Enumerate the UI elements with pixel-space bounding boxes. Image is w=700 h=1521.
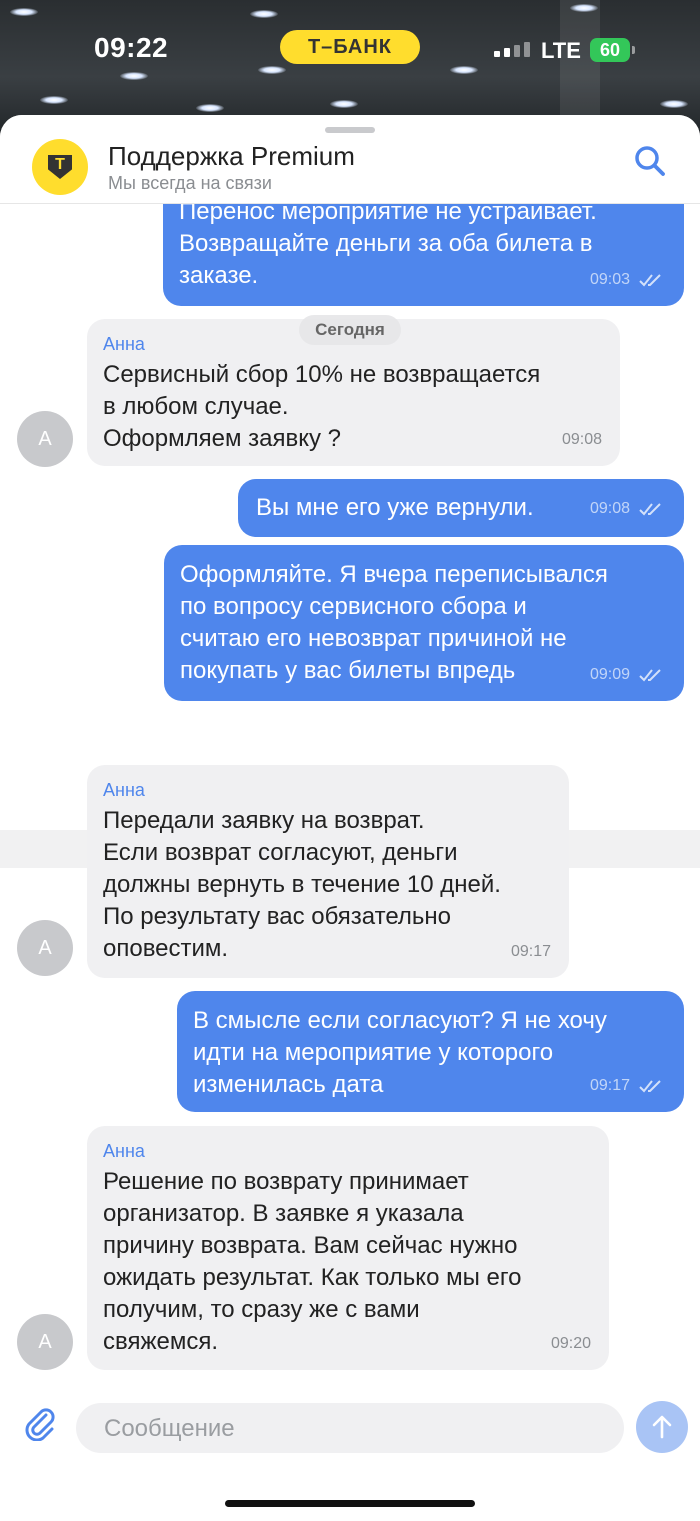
support-avatar[interactable]: Т — [32, 139, 88, 195]
message-line: Оформляем заявку ? — [103, 425, 342, 452]
message-composer — [0, 1383, 700, 1473]
message-line: оповестим. — [103, 935, 229, 962]
read-receipt-icon — [639, 274, 661, 287]
battery-icon: 60 — [590, 38, 630, 62]
message-line: Возвращайте деньги за оба билета в — [179, 230, 593, 257]
message-line: Оформляйте. Я вчера переписывался — [180, 561, 608, 588]
message-line: должны вернуть в течение 10 дней. — [103, 871, 501, 898]
message-line: Если возврат согласуют, деньги — [103, 839, 458, 866]
message-line: в любом случае. — [103, 393, 289, 420]
sender-name: Анна — [103, 780, 145, 800]
sender-name: Анна — [103, 1141, 145, 1161]
agent-avatar[interactable]: А — [17, 411, 73, 467]
message-line: Вы мне его уже вернули. — [256, 494, 534, 521]
message-line: Передали заявку на возврат. — [103, 807, 425, 834]
battery-level: 60 — [599, 39, 621, 60]
message-time: 09:08 — [561, 431, 602, 448]
read-receipt-icon — [639, 503, 661, 516]
battery-tip — [632, 46, 635, 54]
arrow-up-icon — [652, 1415, 672, 1439]
message-line: свяжемся. — [103, 1328, 219, 1355]
message-line: считаю его невозврат причиной не — [180, 625, 567, 652]
message-line: организатор. В заявке я указала — [103, 1200, 464, 1227]
message-input-wrapper — [76, 1403, 626, 1455]
incoming-message[interactable]: Анна Передали заявку на возврат. Если во… — [87, 765, 569, 978]
read-receipt-icon — [639, 669, 661, 682]
message-line: Сервисный сбор 10% не возвращается — [103, 361, 541, 388]
message-time: 09:17 — [510, 943, 551, 960]
message-line: заказе. — [179, 262, 259, 289]
message-line: По результату вас обязательно — [103, 903, 452, 930]
bank-logo-icon: Т — [48, 155, 72, 179]
agent-avatar[interactable]: А — [17, 1314, 73, 1370]
network-type: LTE — [541, 38, 581, 63]
message-line: причину возврата. Вам сейчас нужно — [103, 1232, 518, 1259]
message-time: 09:08 — [590, 493, 664, 525]
status-time: 09:22 — [94, 32, 169, 63]
message-time: 09:20 — [550, 1335, 591, 1352]
incoming-message[interactable]: Анна Решение по возврату принимает орган… — [87, 1126, 609, 1370]
search-icon[interactable] — [632, 143, 668, 179]
agent-avatar[interactable]: А — [17, 920, 73, 976]
chat-title: Поддержка Premium — [108, 141, 355, 171]
outgoing-message[interactable]: В смысле если согласуют? Я не хочу идти … — [177, 991, 684, 1112]
message-time: 09:03 — [590, 264, 664, 296]
message-line: В смысле если согласуют? Я не хочу — [193, 1007, 607, 1034]
message-input[interactable] — [102, 1403, 626, 1455]
message-line: ожидать результат. Как только мы его — [103, 1264, 522, 1291]
read-receipt-icon — [639, 1080, 661, 1093]
message-line: по вопросу сервисного сбора и — [180, 593, 527, 620]
attach-icon[interactable] — [22, 1405, 58, 1441]
message-line: покупать у вас билеты впредь — [180, 657, 516, 684]
home-indicator[interactable] — [225, 1500, 475, 1507]
message-line: Решение по возврату принимает — [103, 1168, 469, 1195]
bank-pill[interactable]: Т–БАНК — [280, 30, 420, 64]
date-separator: Сегодня — [299, 315, 401, 345]
outgoing-message[interactable]: Оформляйте. Я вчера переписывался по воп… — [164, 545, 684, 701]
send-button[interactable] — [636, 1401, 688, 1453]
chat-subtitle: Мы всегда на связи — [108, 173, 272, 193]
message-time: 09:09 — [590, 659, 664, 691]
cellular-signal-icon — [494, 42, 530, 57]
message-time: 09:17 — [590, 1070, 664, 1102]
message-line: изменилась дата — [193, 1071, 384, 1098]
outgoing-message[interactable]: Вы мне его уже вернули. 09:08 — [238, 479, 684, 537]
message-list[interactable]: Перенос мероприятие не устраивает. Возвр… — [0, 163, 700, 1383]
message-line: получим, то сразу же с вами — [103, 1296, 420, 1323]
chat-sheet: Т Поддержка Premium Мы всегда на связи П… — [0, 115, 700, 1521]
message-line: идти на мероприятие у которого — [193, 1039, 554, 1066]
sheet-grabber[interactable] — [325, 127, 375, 133]
chat-header: Т Поддержка Premium Мы всегда на связи — [0, 115, 700, 204]
